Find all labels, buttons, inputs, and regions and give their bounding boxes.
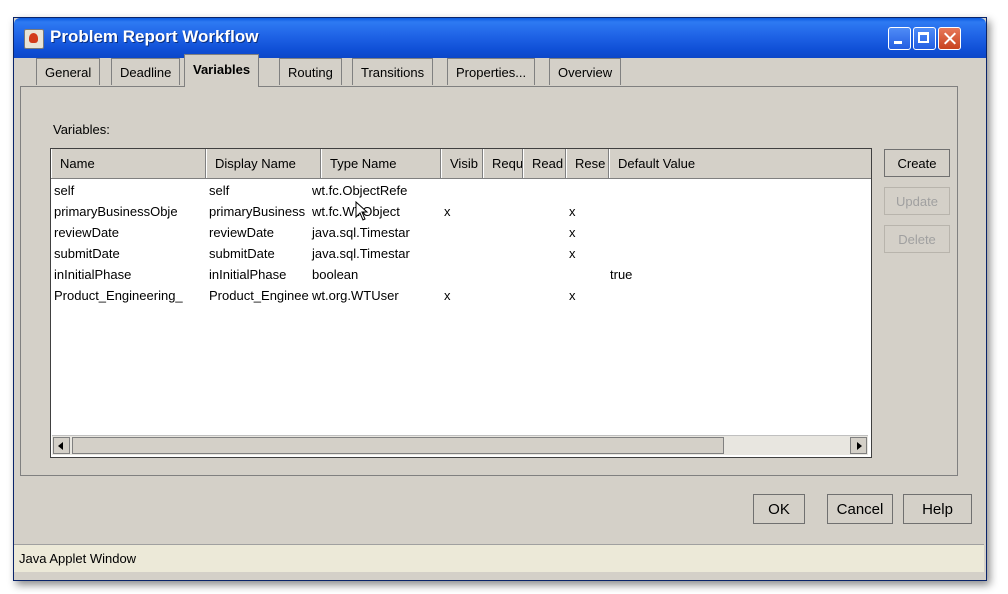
column-header-name[interactable]: Name [51, 149, 206, 178]
cell-visible: x [444, 204, 451, 219]
cell-visible [441, 264, 484, 285]
delete-button[interactable]: Delete [884, 225, 950, 253]
tab-general[interactable]: General [36, 58, 101, 85]
tab-overview[interactable]: Overview [549, 58, 622, 85]
cell-display-name: self [209, 183, 230, 198]
cell-default-value [607, 201, 810, 222]
tab-variables[interactable]: Variables [184, 54, 260, 87]
cell-reset: x [569, 288, 576, 303]
cell-display-name: reviewDate [209, 225, 275, 240]
table-header: Name Display Name Type Name Visib Requ R… [51, 149, 871, 179]
column-header-reset[interactable]: Rese [566, 149, 609, 178]
cell-default-value: true [610, 267, 633, 282]
cell-default-value [607, 222, 810, 243]
cell-name: submitDate [54, 246, 120, 261]
horizontal-scrollbar[interactable] [52, 435, 868, 455]
cell-type-name: wt.fc.WTObject [309, 201, 438, 222]
cell-visible [441, 243, 484, 264]
tab-transitions[interactable]: Transitions [352, 58, 434, 85]
title-bar[interactable]: Problem Report Workflow [14, 18, 986, 58]
cell-reset: x [569, 204, 576, 219]
cell-visible [441, 180, 484, 201]
scroll-right-arrow-icon[interactable] [850, 437, 867, 454]
ok-button[interactable]: OK [753, 494, 805, 524]
close-button[interactable] [938, 27, 961, 50]
cell-visible: x [444, 288, 451, 303]
scroll-left-arrow-icon[interactable] [53, 437, 70, 454]
cell-display-name: submitDate [209, 246, 275, 261]
column-header-read-only[interactable]: Read [523, 149, 566, 178]
cell-reset [566, 180, 609, 201]
java-cup-icon [24, 29, 44, 49]
cell-type-name: java.sql.Timestar [312, 246, 410, 261]
create-button[interactable]: Create [884, 149, 950, 177]
help-button[interactable]: Help [903, 494, 972, 524]
minimize-button[interactable] [888, 27, 911, 50]
cell-display-name: Product_Enginee [209, 288, 309, 303]
column-header-type-name[interactable]: Type Name [321, 149, 441, 178]
cell-default-value [607, 285, 810, 306]
column-header-default-value[interactable]: Default Value [609, 149, 871, 178]
cell-name: primaryBusinessObje [54, 204, 178, 219]
cell-name: inInitialPhase [54, 267, 132, 282]
column-header-visible[interactable]: Visib [441, 149, 483, 178]
cell-reset: x [569, 246, 576, 261]
cell-reset: x [569, 225, 576, 240]
variables-table: Name Display Name Type Name Visib Requ R… [50, 148, 872, 458]
status-bar: Java Applet Window [14, 544, 984, 572]
tab-properties[interactable]: Properties... [447, 58, 536, 85]
cell-name: Product_Engineering_ [54, 288, 183, 303]
column-header-display-name[interactable]: Display Name [206, 149, 321, 178]
table-row[interactable]: submitDate submitDate java.sql.Timestar … [51, 243, 871, 264]
cell-visible [441, 222, 484, 243]
cell-type-name: wt.fc.ObjectRefe [312, 183, 408, 198]
cell-name: self [54, 183, 75, 198]
tab-deadline[interactable]: Deadline [111, 58, 181, 85]
cell-display-name: inInitialPhase [209, 267, 287, 282]
table-row[interactable]: reviewDate reviewDate java.sql.Timestar … [51, 222, 871, 243]
column-header-required[interactable]: Requ [483, 149, 523, 178]
table-row[interactable]: self self wt.fc.ObjectRefe [51, 180, 871, 201]
maximize-button[interactable] [913, 27, 936, 50]
cell-type-name: wt.org.WTUser [312, 288, 399, 303]
cell-type-name: boolean [312, 267, 359, 282]
table-row[interactable]: primaryBusinessObje primaryBusiness wt.f… [51, 201, 871, 222]
table-row[interactable]: inInitialPhase inInitialPhase boolean tr… [51, 264, 871, 285]
update-button[interactable]: Update [884, 187, 950, 215]
scrollbar-thumb[interactable] [72, 437, 724, 454]
window-title: Problem Report Workflow [50, 27, 259, 46]
cell-reset [566, 264, 609, 285]
variables-label: Variables: [53, 122, 110, 137]
cell-type-name: java.sql.Timestar [312, 225, 410, 240]
tab-routing[interactable]: Routing [279, 58, 342, 85]
cell-default-value [607, 180, 810, 201]
cell-name: reviewDate [54, 225, 120, 240]
cell-default-value [607, 243, 810, 264]
table-row[interactable]: Product_Engineering_ Product_Enginee wt.… [51, 285, 871, 306]
cell-display-name: primaryBusiness [209, 204, 306, 219]
cancel-button[interactable]: Cancel [827, 494, 893, 524]
